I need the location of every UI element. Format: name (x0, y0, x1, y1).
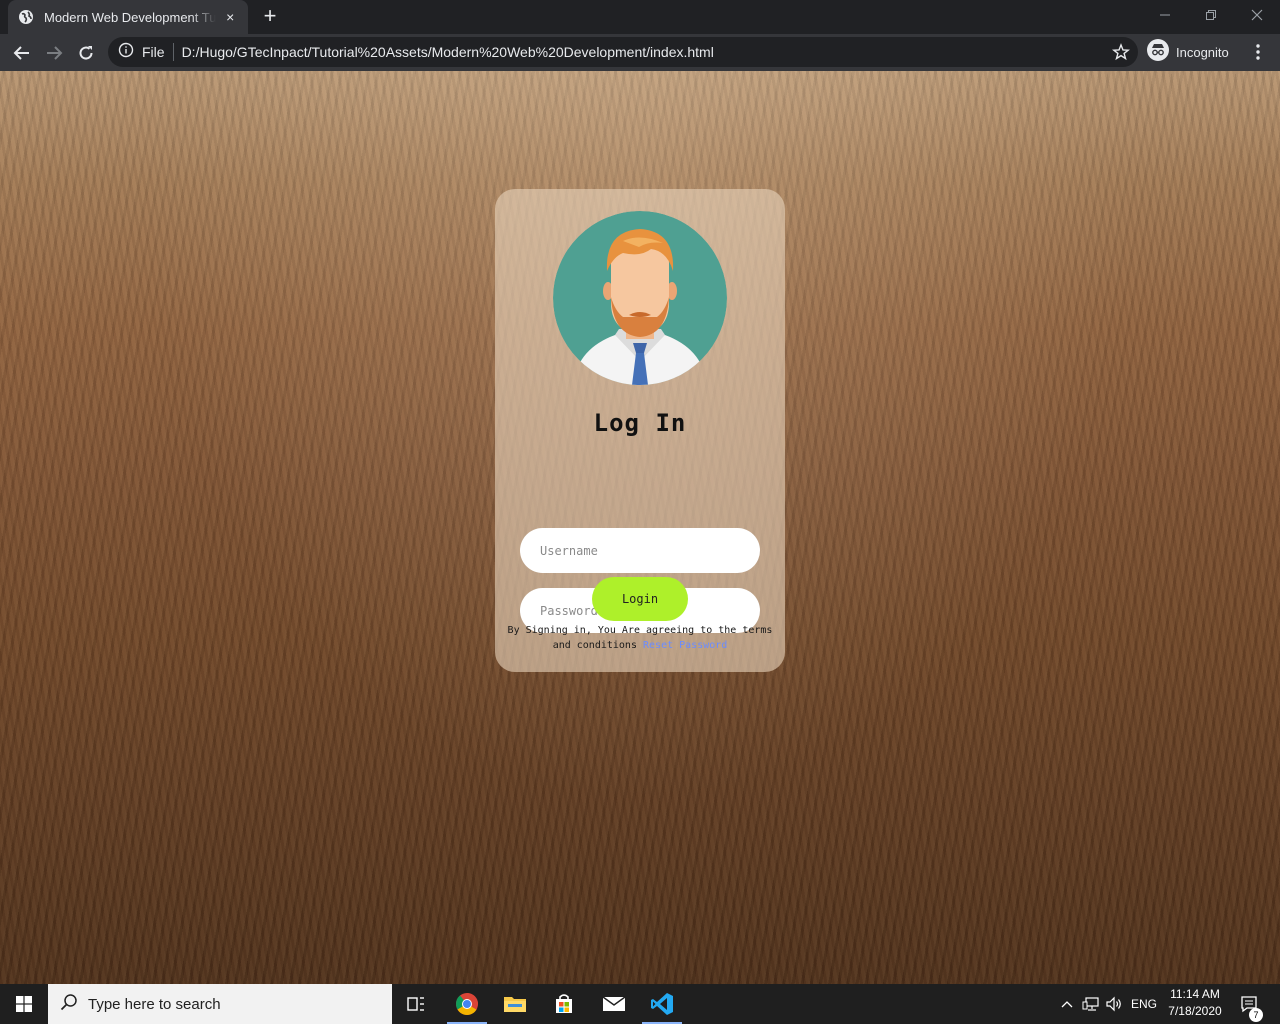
notification-badge: 7 (1249, 1008, 1263, 1022)
language-indicator[interactable]: ENG (1128, 984, 1160, 1024)
mail-icon[interactable] (590, 984, 638, 1024)
globe-icon (18, 9, 34, 25)
username-input[interactable] (520, 528, 760, 573)
address-bar[interactable]: File D:/Hugo/GTecInpact/Tutorial%20Asset… (108, 37, 1138, 67)
search-icon (60, 993, 78, 1016)
page-viewport: Log In Login By Signing in, You Are agre… (0, 71, 1280, 984)
info-icon[interactable] (118, 42, 134, 63)
chrome-icon[interactable] (443, 984, 491, 1024)
vscode-icon[interactable] (638, 984, 686, 1024)
taskbar-search[interactable]: Type here to search (48, 984, 392, 1024)
restore-icon[interactable] (1188, 0, 1234, 30)
incognito-profile[interactable]: Incognito (1146, 38, 1229, 67)
terms-text: By Signing in, You Are agreeing to the t… (505, 623, 775, 653)
clock-time: 11:14 AM (1170, 987, 1220, 1001)
star-icon[interactable] (1111, 43, 1131, 61)
task-view-icon[interactable] (392, 984, 440, 1024)
close-icon[interactable]: × (222, 9, 238, 25)
login-button[interactable]: Login (592, 577, 688, 621)
forward-arrow-icon[interactable] (40, 39, 68, 67)
kebab-menu-icon[interactable] (1248, 42, 1268, 62)
browser-titlebar: Modern Web Development Tutorial × + (0, 0, 1280, 34)
file-explorer-icon[interactable] (491, 984, 539, 1024)
clock-date: 7/18/2020 (1168, 1004, 1222, 1018)
incognito-label: Incognito (1176, 44, 1229, 60)
address-scheme-label: File (142, 44, 165, 60)
browser-toolbar: File D:/Hugo/GTecInpact/Tutorial%20Asset… (0, 34, 1280, 71)
avatar (553, 211, 727, 385)
taskbar-clock[interactable]: 11:14 AM 7/18/2020 (1160, 986, 1230, 1020)
windows-start-icon[interactable] (0, 984, 48, 1024)
address-divider (172, 43, 174, 61)
browser-tab[interactable]: Modern Web Development Tutorial × (8, 0, 248, 34)
terms-label: By Signing in, You Are agreeing to the t… (507, 625, 773, 651)
reset-password-link[interactable]: Reset Password (643, 640, 727, 651)
network-icon[interactable] (1080, 984, 1102, 1024)
page-title: Log In (593, 409, 687, 437)
windows-taskbar: Type here to search ENG 11:14 AM 7/18/20… (0, 984, 1280, 1024)
minimize-icon[interactable] (1142, 0, 1188, 30)
store-icon[interactable] (540, 984, 588, 1024)
window-close-icon[interactable] (1234, 0, 1280, 30)
incognito-icon (1146, 38, 1170, 67)
plus-icon[interactable]: + (258, 5, 282, 29)
back-arrow-icon[interactable] (8, 39, 36, 67)
reload-icon[interactable] (72, 39, 100, 67)
taskbar-search-placeholder: Type here to search (88, 995, 221, 1013)
volume-icon[interactable] (1104, 984, 1124, 1024)
chevron-up-icon[interactable] (1058, 984, 1076, 1024)
address-url[interactable]: D:/Hugo/GTecInpact/Tutorial%20Assets/Mod… (182, 44, 714, 60)
tab-title: Modern Web Development Tutorial (44, 9, 217, 25)
login-card: Log In Login By Signing in, You Are agre… (495, 189, 785, 672)
